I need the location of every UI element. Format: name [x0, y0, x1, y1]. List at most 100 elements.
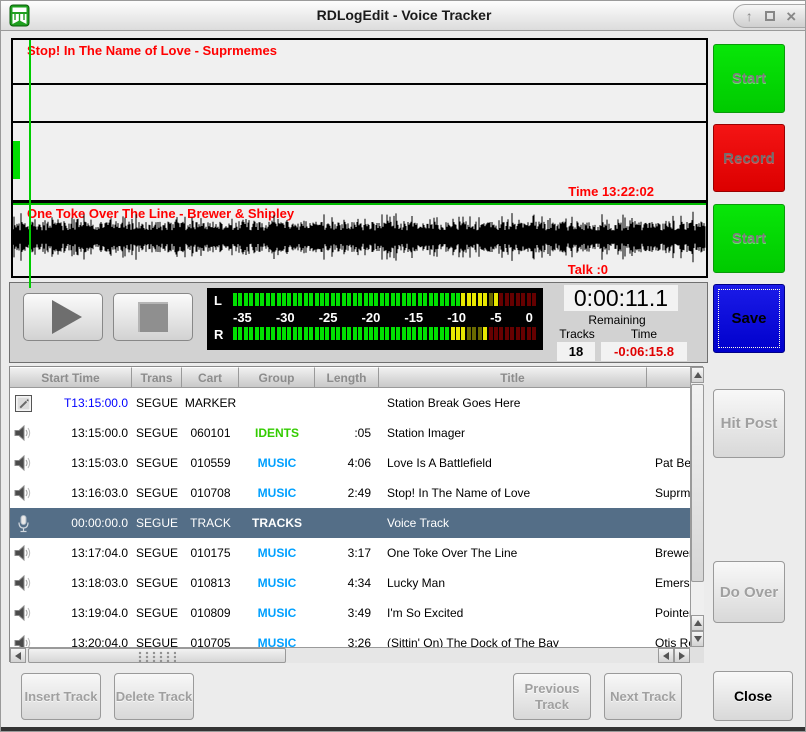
meter-segment: [342, 327, 346, 340]
table-row[interactable]: 13:18:03.0SEGUE010813MUSIC4:34Lucky ManE…: [10, 568, 690, 598]
scroll-left-button[interactable]: [10, 648, 26, 663]
column-header-title[interactable]: Title: [379, 367, 647, 388]
scroll-right-icon: [679, 652, 685, 660]
cell-trans: SEGUE: [132, 516, 182, 530]
cell-cart: 010559: [182, 456, 239, 470]
column-header-start-time[interactable]: Start Time: [10, 367, 132, 388]
meter-segment: [293, 293, 297, 306]
cell-cart: MARKER: [182, 396, 239, 410]
cell-length: 3:17: [315, 546, 379, 560]
meter-segment: [478, 293, 482, 306]
meter-scale-tick: -15: [404, 310, 423, 324]
stop-button[interactable]: [113, 293, 193, 341]
cell-title: (Sittin' On) The Dock of The Bay: [379, 636, 647, 647]
table-row[interactable]: 13:15:00.0SEGUE060101IDENTS:05Station Im…: [10, 418, 690, 448]
scroll-left-button-2[interactable]: [658, 648, 674, 663]
scroll-right-button[interactable]: [674, 648, 690, 663]
meter-segment: [510, 293, 514, 306]
maximize-button[interactable]: [765, 11, 775, 21]
start-record-button[interactable]: Start: [713, 44, 785, 113]
meter-segment: [364, 327, 368, 340]
scroll-up-button-2[interactable]: [691, 615, 704, 631]
meter-segment: [342, 293, 346, 306]
close-button[interactable]: Close: [713, 671, 793, 721]
meter-segment: [255, 293, 259, 306]
meter-segment: [380, 327, 384, 340]
table-row[interactable]: 00:00:00.0SEGUETRACKTRACKSVoice Track: [10, 508, 690, 538]
horizontal-scroll-thumb[interactable]: [28, 648, 286, 663]
scroll-up-button[interactable]: [691, 367, 704, 383]
speaker-icon: [10, 484, 36, 502]
rollup-button[interactable]: ↑: [746, 9, 753, 23]
time-counter-label: Time 13:22:02: [568, 184, 654, 199]
meter-segment: [347, 293, 351, 306]
meter-segment: [396, 327, 400, 340]
meter-segment: [315, 293, 319, 306]
meter-segment: [418, 293, 422, 306]
waveform-path: [13, 212, 705, 262]
scroll-down-button[interactable]: [691, 631, 704, 647]
table-row[interactable]: 13:16:03.0SEGUE010708MUSIC2:49Stop! In T…: [10, 478, 690, 508]
cell-cart: 010705: [182, 636, 239, 647]
column-header-group[interactable]: Group: [239, 367, 315, 388]
column-header-length[interactable]: Length: [315, 367, 379, 388]
column-header-artist[interactable]: [647, 367, 690, 388]
meter-segment: [532, 293, 536, 306]
hit-post-button[interactable]: Hit Post: [713, 389, 785, 458]
segue-marker-line: [13, 203, 706, 205]
meter-segment: [499, 327, 503, 340]
speaker-icon: [10, 604, 36, 622]
delete-track-button[interactable]: Delete Track: [114, 673, 194, 720]
meter-segment: [271, 293, 275, 306]
window-title: RDLogEdit - Voice Tracker: [1, 7, 806, 23]
meter-segment: [521, 327, 525, 340]
cell-cart: 060101: [182, 426, 239, 440]
column-header-trans[interactable]: Trans: [132, 367, 182, 388]
meter-right-label: R: [214, 327, 230, 342]
cell-group: MUSIC: [239, 636, 315, 647]
meter-segment: [282, 293, 286, 306]
horizontal-scrollbar[interactable]: [10, 647, 690, 663]
scroll-down-icon: [694, 636, 702, 642]
meter-segment: [277, 293, 281, 306]
meter-segment: [325, 293, 329, 306]
meter-segment: [483, 327, 487, 340]
meter-segment: [358, 327, 362, 340]
meter-segment: [233, 293, 237, 306]
scrollbar-corner: [690, 647, 704, 663]
cell-title: Voice Track: [379, 516, 647, 530]
meter-segment: [456, 327, 460, 340]
meter-segment: [445, 293, 449, 306]
table-row[interactable]: 13:15:03.0SEGUE010559MUSIC4:06Love Is A …: [10, 448, 690, 478]
cell-group: MUSIC: [239, 486, 315, 500]
table-row[interactable]: 13:20:04.0SEGUE010705MUSIC3:26(Sittin' O…: [10, 628, 690, 647]
meter-segment: [440, 327, 444, 340]
cell-length: 4:06: [315, 456, 379, 470]
play-button[interactable]: [23, 293, 103, 341]
vertical-scroll-thumb[interactable]: [691, 384, 704, 582]
meter-segment: [445, 327, 449, 340]
do-over-button[interactable]: Do Over: [713, 561, 785, 623]
meter-segment: [238, 327, 242, 340]
meter-segment: [249, 327, 253, 340]
column-header-cart[interactable]: Cart: [182, 367, 239, 388]
vertical-scrollbar[interactable]: [690, 367, 704, 647]
table-row[interactable]: T13:15:00.0SEGUEMARKERStation Break Goes…: [10, 388, 690, 418]
meter-segment: [320, 293, 324, 306]
insert-track-button[interactable]: Insert Track: [21, 673, 101, 720]
table-row[interactable]: 13:17:04.0SEGUE010175MUSIC3:17One Toke O…: [10, 538, 690, 568]
cell-trans: SEGUE: [132, 426, 182, 440]
record-button[interactable]: Record: [713, 124, 785, 192]
start-next-button[interactable]: Start: [713, 204, 785, 273]
meter-segment: [249, 293, 253, 306]
close-window-button[interactable]: ×: [786, 8, 796, 25]
previous-track-button[interactable]: Previous Track: [513, 673, 591, 720]
meter-segment: [293, 327, 297, 340]
cell-length: 3:49: [315, 606, 379, 620]
meter-segment: [510, 327, 514, 340]
table-row[interactable]: 13:19:04.0SEGUE010809MUSIC3:49I'm So Exc…: [10, 598, 690, 628]
next-track-button[interactable]: Next Track: [604, 673, 682, 720]
meter-segment: [391, 327, 395, 340]
meter-segment: [472, 327, 476, 340]
save-button[interactable]: Save: [713, 284, 785, 353]
